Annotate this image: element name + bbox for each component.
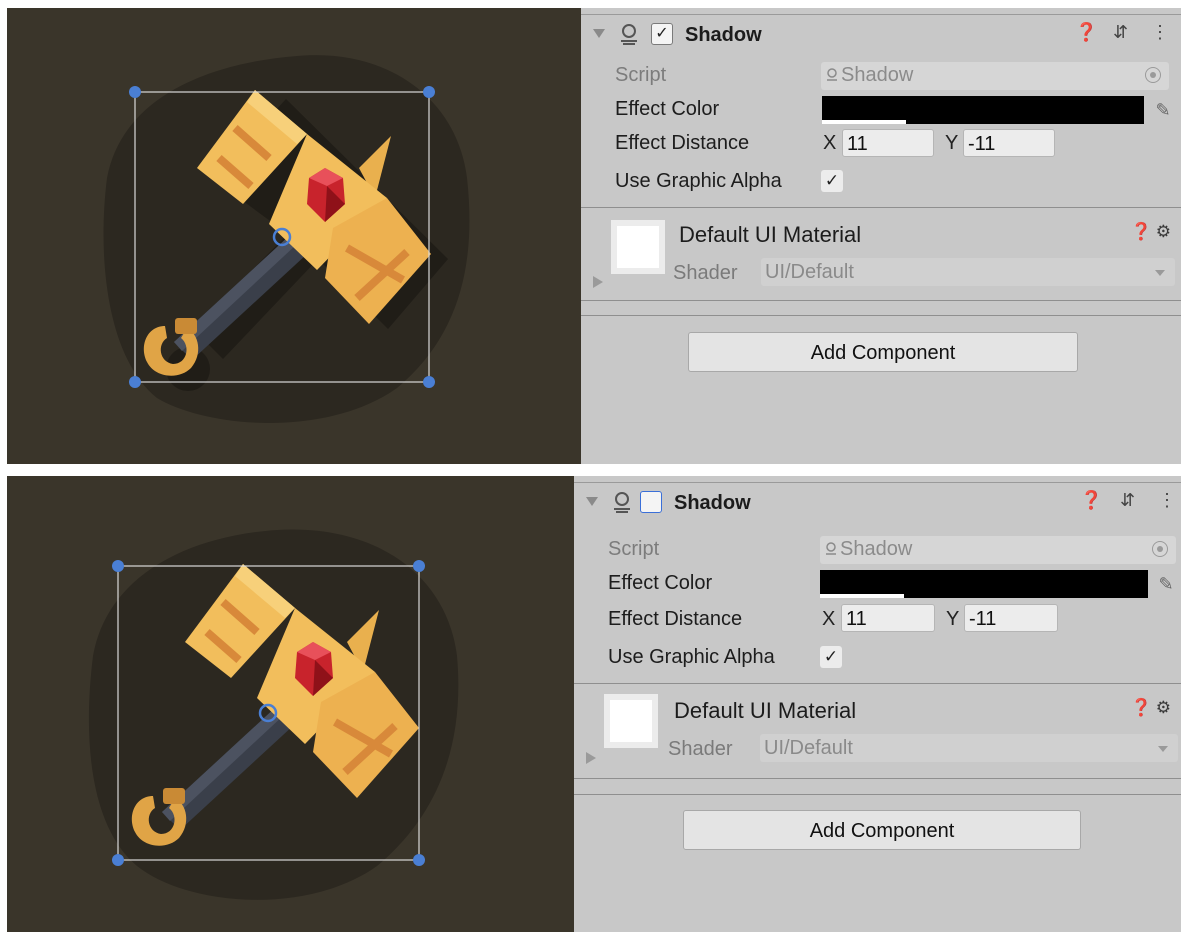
script-field[interactable]: Shadow xyxy=(820,536,1176,564)
use-graphic-alpha-checkbox[interactable]: ✓ xyxy=(820,646,842,668)
resize-handle-bottom-right[interactable] xyxy=(413,854,425,866)
shader-dropdown[interactable]: UI/Default xyxy=(761,258,1175,286)
material-foldout-icon[interactable] xyxy=(586,752,596,764)
y-axis-label: Y xyxy=(945,132,959,154)
component-enabled-checkbox[interactable] xyxy=(640,491,662,513)
eyedropper-icon[interactable]: ✎ xyxy=(1152,570,1180,598)
help-icon[interactable]: ❓ xyxy=(1080,490,1102,511)
component-header[interactable]: ✓ Shadow ❓ ⇵ ⋮ xyxy=(581,14,1181,55)
section-divider xyxy=(574,794,1181,795)
foldout-arrow-icon[interactable] xyxy=(586,497,598,506)
more-icon[interactable]: ⋮ xyxy=(1158,490,1176,511)
inspector-panel: Shadow ❓ ⇵ ⋮ Script Shadow Effect Color … xyxy=(574,476,1181,932)
distance-y-input[interactable]: -11 xyxy=(964,604,1058,632)
material-preview xyxy=(611,220,665,274)
script-field[interactable]: Shadow xyxy=(821,62,1169,90)
shader-value: UI/Default xyxy=(765,261,854,283)
shader-label: Shader xyxy=(673,262,738,284)
distance-x-input[interactable]: 11 xyxy=(841,604,935,632)
x-axis-label: X xyxy=(823,132,837,154)
use-graphic-alpha-label: Use Graphic Alpha xyxy=(608,646,775,668)
section-divider xyxy=(581,207,1181,208)
material-help-settings-icon[interactable]: ❓⚙ xyxy=(1131,222,1175,242)
component-title: Shadow xyxy=(685,24,762,46)
use-graphic-alpha-label: Use Graphic Alpha xyxy=(615,170,782,192)
section-divider xyxy=(581,300,1181,301)
x-axis-label: X xyxy=(822,608,836,630)
preset-icon[interactable]: ⇵ xyxy=(1120,490,1135,511)
scene-canvas xyxy=(103,55,470,423)
component-enabled-checkbox[interactable]: ✓ xyxy=(651,23,673,45)
script-label: Script xyxy=(615,64,667,86)
dropdown-caret-icon xyxy=(1158,746,1168,752)
object-picker-icon[interactable] xyxy=(1145,67,1161,83)
resize-handle-bottom-left[interactable] xyxy=(129,376,141,388)
effect-color-field[interactable] xyxy=(820,570,1148,598)
distance-y-input[interactable]: -11 xyxy=(963,129,1055,157)
resize-handle-top-left[interactable] xyxy=(129,86,141,98)
material-preview xyxy=(604,694,658,748)
scene-canvas xyxy=(88,529,459,900)
effect-color-label: Effect Color xyxy=(608,572,713,594)
script-icon xyxy=(826,542,836,555)
resize-handle-top-left[interactable] xyxy=(112,560,124,572)
shader-label: Shader xyxy=(668,738,733,760)
material-help-settings-icon[interactable]: ❓⚙ xyxy=(1131,698,1175,718)
distance-x-input[interactable]: 11 xyxy=(842,129,934,157)
scene-view[interactable] xyxy=(7,476,574,932)
more-icon[interactable]: ⋮ xyxy=(1151,22,1169,43)
eyedropper-icon[interactable]: ✎ xyxy=(1149,96,1177,124)
script-value: Shadow xyxy=(840,538,913,560)
section-divider xyxy=(574,778,1181,779)
effect-distance-label: Effect Distance xyxy=(608,608,743,630)
help-icon[interactable]: ❓ xyxy=(1075,22,1097,43)
foldout-arrow-icon[interactable] xyxy=(593,29,605,38)
panel-shadow-disabled: Shadow ❓ ⇵ ⋮ Script Shadow Effect Color … xyxy=(0,476,1181,932)
section-divider xyxy=(574,683,1181,684)
add-component-button[interactable]: Add Component xyxy=(683,810,1081,850)
shadow-component-icon xyxy=(614,492,630,513)
y-axis-label: Y xyxy=(946,608,960,630)
material-foldout-icon[interactable] xyxy=(593,276,603,288)
shadow-component-icon xyxy=(621,24,637,45)
panel-shadow-enabled: ✓ Shadow ❓ ⇵ ⋮ Script Shadow Effect Colo… xyxy=(0,8,1181,464)
add-component-button[interactable]: Add Component xyxy=(688,332,1078,372)
scene-view[interactable] xyxy=(7,8,581,464)
inspector-panel: ✓ Shadow ❓ ⇵ ⋮ Script Shadow Effect Colo… xyxy=(581,8,1181,464)
object-picker-icon[interactable] xyxy=(1152,541,1168,557)
shader-value: UI/Default xyxy=(764,737,853,759)
alpha-bar xyxy=(822,120,906,124)
resize-handle-top-right[interactable] xyxy=(413,560,425,572)
component-header[interactable]: Shadow ❓ ⇵ ⋮ xyxy=(574,482,1181,523)
effect-color-label: Effect Color xyxy=(615,98,720,120)
shader-dropdown[interactable]: UI/Default xyxy=(760,734,1178,762)
preset-icon[interactable]: ⇵ xyxy=(1113,22,1128,43)
resize-handle-top-right[interactable] xyxy=(423,86,435,98)
use-graphic-alpha-checkbox[interactable]: ✓ xyxy=(821,170,843,192)
script-label: Script xyxy=(608,538,660,560)
alpha-bar xyxy=(820,594,904,598)
script-icon xyxy=(827,68,837,81)
material-title: Default UI Material xyxy=(674,698,857,723)
dropdown-caret-icon xyxy=(1155,270,1165,276)
effect-distance-label: Effect Distance xyxy=(615,132,750,154)
effect-color-field[interactable] xyxy=(822,96,1144,124)
component-title: Shadow xyxy=(674,492,751,514)
resize-handle-bottom-right[interactable] xyxy=(423,376,435,388)
resize-handle-bottom-left[interactable] xyxy=(112,854,124,866)
section-divider xyxy=(581,315,1181,316)
material-title: Default UI Material xyxy=(679,222,862,247)
script-value: Shadow xyxy=(841,64,914,86)
